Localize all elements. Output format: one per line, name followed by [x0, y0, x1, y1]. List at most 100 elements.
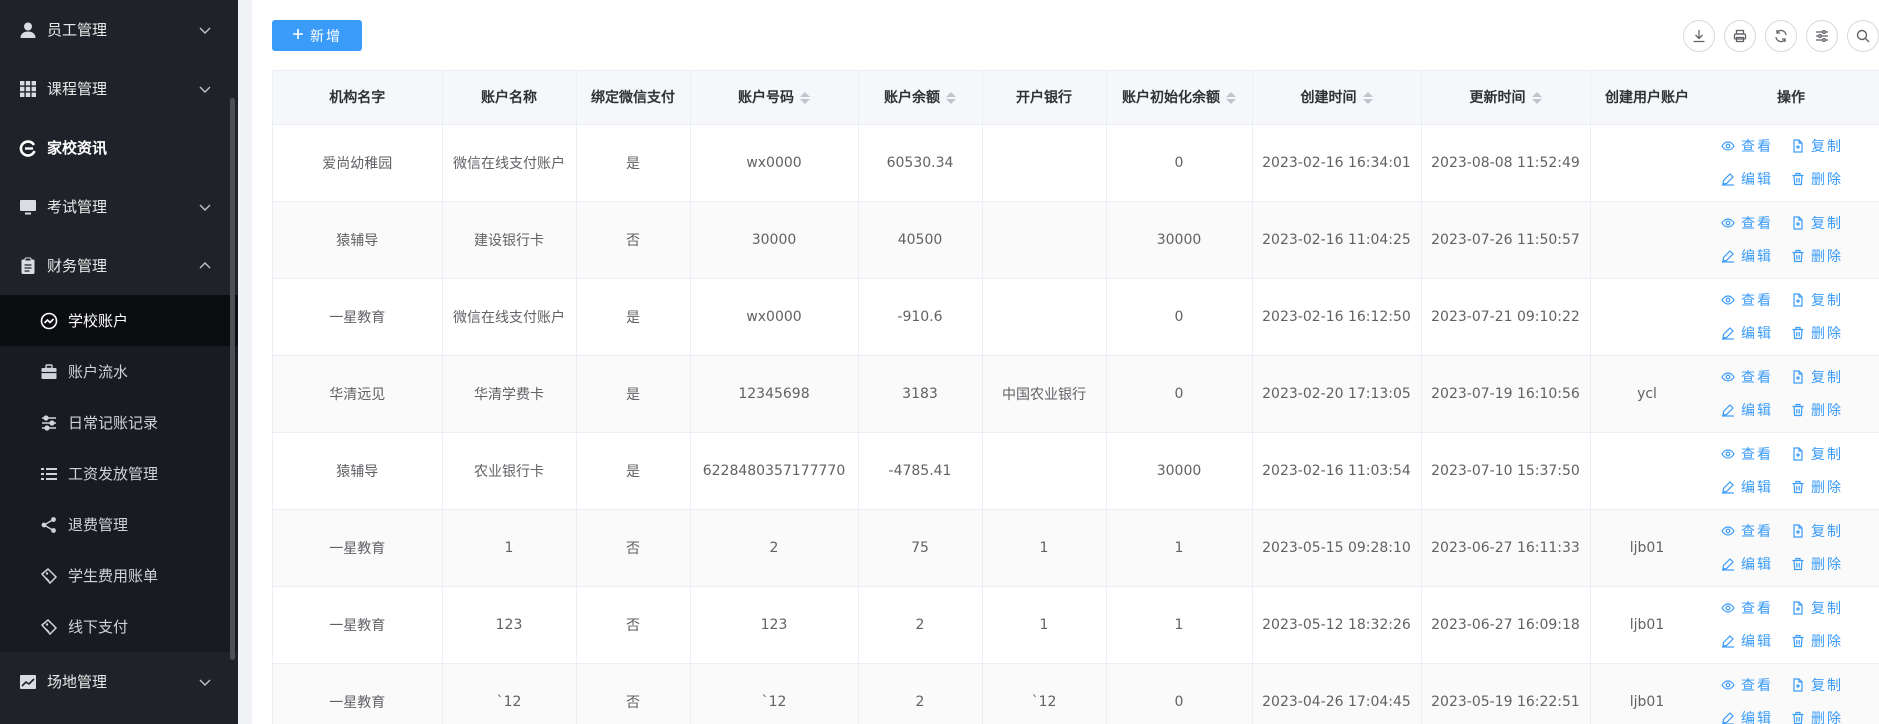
print-button[interactable] [1724, 20, 1756, 52]
edit-link[interactable]: 编辑 [1721, 169, 1791, 189]
sidebar-subitem-school-account[interactable]: 学校账户 [0, 295, 238, 346]
table-cell-initial-balance: 30000 [1106, 201, 1253, 279]
column-header-initial-balance[interactable]: 账户初始化余额 [1106, 71, 1253, 125]
view-link[interactable]: 查看 [1721, 444, 1791, 464]
table-cell-created-at: 2023-04-26 17:04:45 [1252, 663, 1422, 724]
sidebar-item-exams[interactable]: 考试管理 [0, 177, 238, 236]
sort-icon[interactable] [800, 92, 810, 105]
trash-icon [1791, 557, 1805, 571]
sort-icon[interactable] [1362, 92, 1373, 105]
view-link[interactable]: 查看 [1721, 675, 1791, 695]
table-cell-wechat-bound: 是 [576, 124, 691, 202]
sidebar-item-courses[interactable]: 课程管理 [0, 59, 238, 118]
table-cell-balance: -910.6 [858, 278, 983, 356]
edit-link[interactable]: 编辑 [1721, 554, 1791, 574]
chevron-down-icon [198, 23, 212, 37]
view-link[interactable]: 查看 [1721, 290, 1791, 310]
column-header-balance[interactable]: 账户余额 [858, 71, 983, 125]
table-cell-balance: 60530.34 [858, 124, 983, 202]
copy-link[interactable]: 复制 [1791, 444, 1861, 464]
table-cell-created-at: 2023-02-20 17:13:05 [1252, 355, 1422, 433]
table-cell-bank [982, 124, 1107, 202]
edit-link[interactable]: 编辑 [1721, 631, 1791, 651]
delete-link[interactable]: 删除 [1791, 169, 1861, 189]
add-button[interactable]: 新增 [272, 20, 362, 51]
table-cell-account-number: 2 [690, 509, 859, 587]
column-header-account-name: 账户名称 [442, 71, 577, 125]
table-cell-account-name: 微信在线支付账户 [442, 278, 577, 356]
sidebar-subitem-refunds[interactable]: 退费管理 [0, 499, 238, 550]
sidebar-subitem-offline-payment[interactable]: 线下支付 [0, 601, 238, 652]
view-link[interactable]: 查看 [1721, 213, 1791, 233]
sort-icon[interactable] [946, 92, 956, 105]
table-cell-bank: 中国农业银行 [982, 355, 1107, 433]
table-cell-bank [982, 201, 1107, 279]
document-plus-icon [1791, 216, 1805, 230]
copy-link[interactable]: 复制 [1791, 290, 1861, 310]
download-button[interactable] [1683, 20, 1715, 52]
copy-link[interactable]: 复制 [1791, 598, 1861, 618]
table-cell-creator: ljb01 [1590, 509, 1705, 587]
sidebar-subitem-account-flow[interactable]: 账户流水 [0, 346, 238, 397]
table-cell-account-number: 12345698 [690, 355, 859, 433]
sidebar-subitem-label: 线下支付 [68, 618, 129, 636]
column-header-updated-at[interactable]: 更新时间 [1421, 71, 1591, 125]
search-button[interactable] [1847, 20, 1879, 52]
edit-link[interactable]: 编辑 [1721, 323, 1791, 343]
delete-link[interactable]: 删除 [1791, 477, 1861, 497]
sidebar-item-finance[interactable]: 财务管理 [0, 236, 238, 295]
edit-link[interactable]: 编辑 [1721, 708, 1791, 724]
copy-link[interactable]: 复制 [1791, 136, 1861, 156]
table-cell-bank: 1 [982, 509, 1107, 587]
view-link[interactable]: 查看 [1721, 136, 1791, 156]
plus-icon [292, 28, 304, 44]
table-cell-balance: 40500 [858, 201, 983, 279]
table-cell-account-number: 6228480357177770 [690, 432, 859, 510]
edit-link[interactable]: 编辑 [1721, 400, 1791, 420]
copy-link[interactable]: 复制 [1791, 521, 1861, 541]
sidebar-subitem-daily-bookkeeping[interactable]: 日常记账记录 [0, 397, 238, 448]
delete-link[interactable]: 删除 [1791, 554, 1861, 574]
column-header-bank: 开户银行 [982, 71, 1107, 125]
delete-link[interactable]: 删除 [1791, 631, 1861, 651]
table-cell-balance: -4785.41 [858, 432, 983, 510]
view-link[interactable]: 查看 [1721, 367, 1791, 387]
table-cell-initial-balance: 30000 [1106, 432, 1253, 510]
delete-link[interactable]: 删除 [1791, 246, 1861, 266]
copy-link[interactable]: 复制 [1791, 367, 1861, 387]
table-cell-actions: 查看 复制 编辑 删除 [1703, 663, 1879, 724]
sidebar-subitem-student-bills[interactable]: 学生费用账单 [0, 550, 238, 601]
table-cell-initial-balance: 0 [1106, 278, 1253, 356]
refresh-button[interactable] [1765, 20, 1797, 52]
accounts-table: 机构名字 账户名称 绑定微信支付 账户号码 账户余额 开户银行 账户初始化余额 创建时间 更新时… [272, 70, 1879, 724]
sort-icon[interactable] [1226, 92, 1236, 105]
copy-link[interactable]: 复制 [1791, 675, 1861, 695]
column-header-account-number[interactable]: 账户号码 [690, 71, 859, 125]
view-link[interactable]: 查看 [1721, 598, 1791, 618]
delete-link[interactable]: 删除 [1791, 323, 1861, 343]
smile-circle-icon [40, 312, 58, 330]
pencil-icon [1721, 557, 1735, 571]
sidebar-item-label: 家校资讯 [47, 139, 108, 157]
view-link[interactable]: 查看 [1721, 521, 1791, 541]
table-cell-account-name: 农业银行卡 [442, 432, 577, 510]
table-cell-updated-at: 2023-07-21 09:10:22 [1421, 278, 1591, 356]
delete-link[interactable]: 删除 [1791, 708, 1861, 724]
briefcase-icon [40, 363, 58, 381]
sidebar-item-school-news[interactable]: 家校资讯 [0, 118, 238, 177]
delete-link[interactable]: 删除 [1791, 400, 1861, 420]
edit-link[interactable]: 编辑 [1721, 246, 1791, 266]
sidebar-item-venues[interactable]: 场地管理 [0, 652, 238, 711]
sidebar-scrollbar[interactable] [230, 98, 235, 660]
trash-icon [1791, 249, 1805, 263]
sidebar-subitem-payroll[interactable]: 工资发放管理 [0, 448, 238, 499]
sort-icon[interactable] [1531, 92, 1542, 105]
copy-link[interactable]: 复制 [1791, 213, 1861, 233]
refresh-icon [1774, 29, 1788, 43]
filter-button[interactable] [1806, 20, 1838, 52]
sidebar-item-staff[interactable]: 员工管理 [0, 0, 238, 59]
table-cell-actions: 查看 复制 编辑 删除 [1703, 432, 1879, 510]
column-header-created-at[interactable]: 创建时间 [1252, 71, 1422, 125]
grid-icon [18, 79, 38, 99]
edit-link[interactable]: 编辑 [1721, 477, 1791, 497]
